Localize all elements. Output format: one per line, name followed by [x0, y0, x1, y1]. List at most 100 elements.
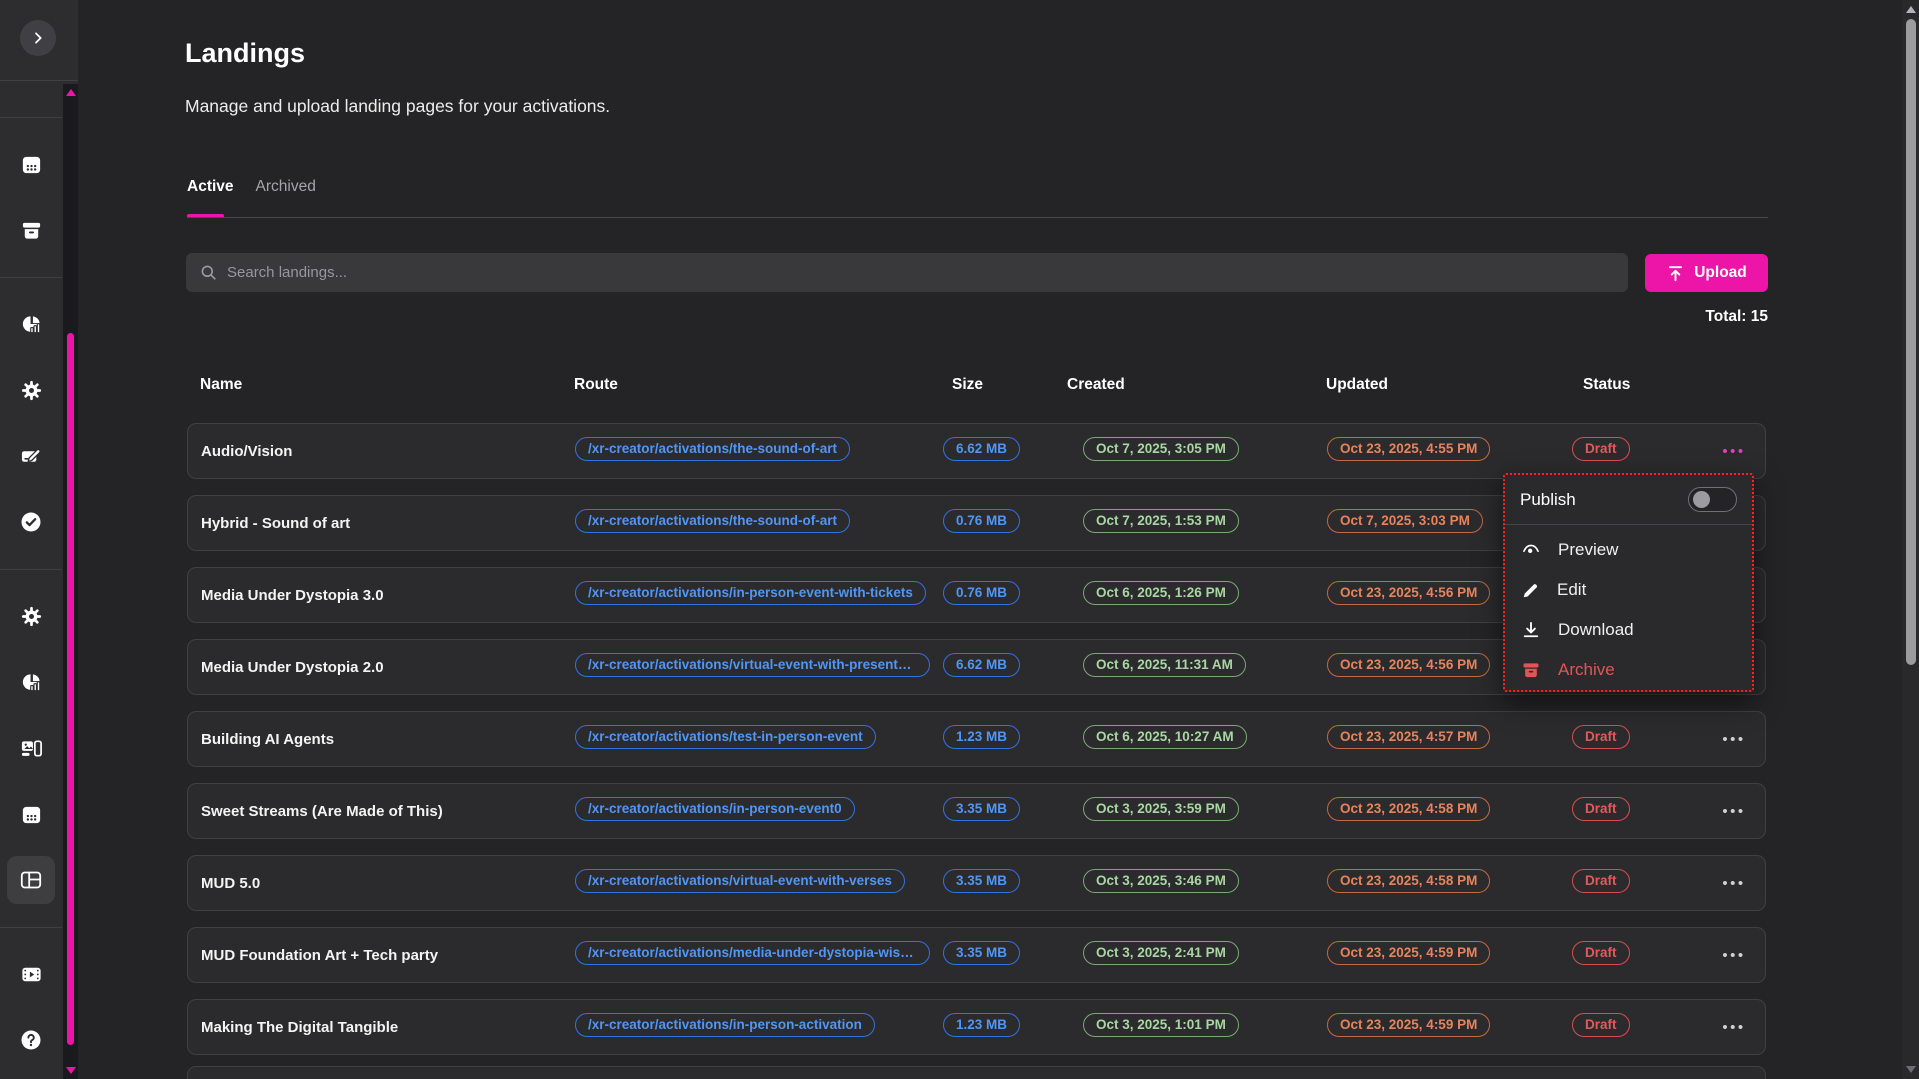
pencil-icon [1521, 581, 1540, 600]
sidebar-item-devices[interactable] [0, 715, 62, 781]
search-icon [199, 263, 218, 282]
route-cell: /xr-creator/activations/test-in-person-e… [562, 725, 930, 754]
scroll-down-arrow-icon[interactable] [1906, 1066, 1916, 1073]
sidebar-scrollbar-thumb[interactable] [67, 333, 74, 1045]
actions-cell: ••• [1690, 727, 1765, 752]
size-cell: 1.23 MB [930, 725, 1068, 754]
size-badge: 0.76 MB [943, 581, 1020, 605]
sidebar-item-card-edit[interactable] [0, 423, 62, 489]
row-menu-button[interactable]: ••• [1716, 1015, 1751, 1040]
scroll-up-arrow-icon[interactable] [66, 89, 76, 96]
menu-item-edit[interactable]: Edit [1505, 570, 1752, 610]
menu-item-download[interactable]: Download [1505, 610, 1752, 650]
card-edit-icon [20, 445, 43, 468]
pie-chart-icon [20, 671, 43, 694]
archive-red-icon [1521, 660, 1541, 680]
sidebar-item-highlight [7, 592, 55, 640]
sidebar-item-check-circle[interactable] [0, 489, 62, 555]
status-badge: Draft [1572, 1013, 1630, 1037]
route-badge: /xr-creator/activations/virtual-event-wi… [575, 653, 930, 677]
row-menu-button[interactable]: ••• [1716, 439, 1751, 464]
search-box [186, 253, 1628, 292]
cell-name: Hybrid - Sound of art [188, 515, 562, 532]
route-cell: /xr-creator/activations/in-person-event0 [562, 797, 930, 826]
header-cell-updated: Updated [1313, 376, 1559, 394]
main-scrollbar-thumb[interactable] [1906, 19, 1916, 665]
row-menu-button[interactable]: ••• [1716, 727, 1751, 752]
cell-name: Making The Digital Tangible [188, 1019, 562, 1036]
size-badge: 3.35 MB [943, 941, 1020, 965]
sidebar-item-highlight [7, 1016, 55, 1064]
sidebar-item-highlight [7, 300, 55, 348]
sidebar-item-film[interactable] [0, 941, 62, 1007]
size-badge: 1.23 MB [943, 725, 1020, 749]
row-menu-button[interactable]: ••• [1716, 871, 1751, 896]
expand-sidebar-button[interactable] [20, 20, 56, 56]
size-badge: 6.62 MB [943, 653, 1020, 677]
toggle-knob [1693, 491, 1710, 508]
main-scrollbar[interactable] [1902, 0, 1919, 1079]
context-menu: Publish PreviewEditDownloadArchive [1503, 473, 1754, 692]
tabs-divider [187, 217, 1768, 218]
sidebar-item-pie-chart[interactable] [0, 291, 62, 357]
sidebar-item-layout[interactable] [0, 847, 62, 913]
route-cell: /xr-creator/activations/the-sound-of-art [562, 509, 930, 538]
tab-active[interactable]: Active [187, 178, 234, 196]
publish-toggle[interactable] [1688, 487, 1737, 512]
tab-archived[interactable]: Archived [256, 178, 316, 196]
scroll-down-arrow-icon[interactable] [66, 1067, 76, 1074]
row-menu-button[interactable]: ••• [1716, 799, 1751, 824]
menu-item-preview[interactable]: Preview [1505, 530, 1752, 570]
sidebar-item-archive[interactable] [0, 197, 62, 263]
route-cell: /xr-creator/activations/the-sound-of-art [562, 437, 930, 466]
updated-cell: Oct 23, 2025, 4:55 PM [1314, 437, 1560, 466]
sidebar-item-calendar[interactable] [0, 781, 62, 847]
route-badge: /xr-creator/activations/in-person-event0 [575, 797, 855, 821]
created-cell: Oct 6, 2025, 11:31 AM [1068, 653, 1314, 682]
sidebar-item-calendar[interactable] [0, 131, 62, 197]
sidebar-item-highlight [7, 724, 55, 772]
updated-cell: Oct 23, 2025, 4:59 PM [1314, 1013, 1560, 1042]
status-badge: Draft [1572, 725, 1630, 749]
menu-item-label: Archive [1558, 660, 1615, 680]
status-cell: Draft [1560, 1013, 1690, 1042]
sidebar-item-highlight [7, 950, 55, 998]
sidebar-item-highlight [7, 206, 55, 254]
sidebar-scrollbar[interactable] [63, 84, 78, 1079]
created-cell: Oct 3, 2025, 3:59 PM [1068, 797, 1314, 826]
size-badge: 3.35 MB [943, 797, 1020, 821]
size-badge: 3.35 MB [943, 869, 1020, 893]
actions-cell: ••• [1690, 871, 1765, 896]
sidebar-item-highlight [7, 498, 55, 546]
row-menu-button[interactable]: ••• [1716, 943, 1751, 968]
cell-name: Media Under Dystopia 2.0 [188, 659, 562, 676]
table-row: Audio/Vision/xr-creator/activations/the-… [187, 423, 1766, 479]
updated-cell: Oct 23, 2025, 4:59 PM [1314, 941, 1560, 970]
size-cell: 0.76 MB [930, 581, 1068, 610]
table-row: MUD Foundation Art + Tech party/xr-creat… [187, 927, 1766, 983]
sidebar-item-highlight [7, 856, 55, 904]
route-cell: /xr-creator/activations/in-person-event-… [562, 581, 930, 610]
devices-icon [20, 737, 43, 760]
upload-button[interactable]: Upload [1645, 254, 1768, 292]
sidebar-item-gear[interactable] [0, 583, 62, 649]
cell-name: Media Under Dystopia 3.0 [188, 587, 562, 604]
total-count: Total: 15 [1705, 308, 1768, 326]
search-input[interactable] [227, 264, 1615, 281]
sidebar-item-gear[interactable] [0, 357, 62, 423]
menu-item-archive[interactable]: Archive [1505, 650, 1752, 690]
scroll-up-arrow-icon[interactable] [1906, 6, 1916, 13]
size-cell: 0.76 MB [930, 509, 1068, 538]
status-cell: Draft [1560, 725, 1690, 754]
created-cell: Oct 3, 2025, 1:01 PM [1068, 1013, 1314, 1042]
route-badge: /xr-creator/activations/test-in-person-e… [575, 725, 876, 749]
cell-name: MUD 5.0 [188, 875, 562, 892]
sidebar-item-pie-chart[interactable] [0, 649, 62, 715]
size-cell: 3.35 MB [930, 941, 1068, 970]
upload-icon [1666, 264, 1685, 283]
download-icon [1521, 620, 1541, 640]
calendar-icon [20, 153, 43, 176]
layout-icon [19, 868, 43, 892]
sidebar-item-help[interactable] [0, 1007, 62, 1073]
created-cell: Oct 7, 2025, 3:05 PM [1068, 437, 1314, 466]
